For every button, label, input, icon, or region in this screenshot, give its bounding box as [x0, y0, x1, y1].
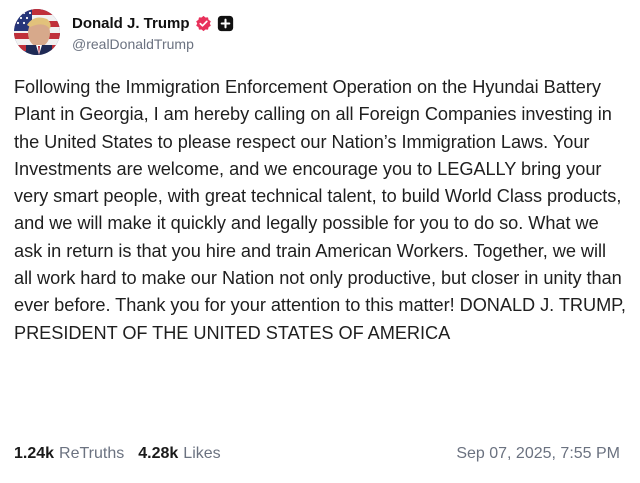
post-footer: 1.24k ReTruths 4.28k Likes Sep 07, 2025, 7…: [14, 445, 620, 463]
retruths-count: 1.24k: [14, 445, 55, 462]
likes-stat[interactable]: 4.28k Likes: [138, 445, 220, 463]
likes-label: Likes: [183, 445, 221, 462]
author-handle[interactable]: @realDonaldTrump: [72, 36, 234, 52]
author-identity: Donald J. Trump @realDonaldTrump: [72, 12, 234, 52]
verified-badge-icon: [195, 15, 212, 32]
post-card: Donald J. Trump @realDonaldTrump Followi…: [0, 0, 640, 483]
likes-count: 4.28k: [138, 445, 179, 462]
plus-icon: [217, 15, 234, 32]
avatar[interactable]: [14, 9, 60, 55]
author-display-name[interactable]: Donald J. Trump: [72, 15, 190, 32]
retruths-stat[interactable]: 1.24k ReTruths: [14, 445, 124, 463]
post-header: Donald J. Trump @realDonaldTrump: [14, 8, 626, 56]
post-timestamp[interactable]: Sep 07, 2025, 7:55 PM: [456, 445, 620, 463]
avatar-image: [14, 9, 60, 55]
author-name-row: Donald J. Trump: [72, 12, 234, 34]
post-text: Following the Immigration Enforcement Op…: [14, 77, 626, 343]
post-stats: 1.24k ReTruths 4.28k Likes: [14, 445, 221, 463]
retruths-label: ReTruths: [59, 445, 125, 462]
